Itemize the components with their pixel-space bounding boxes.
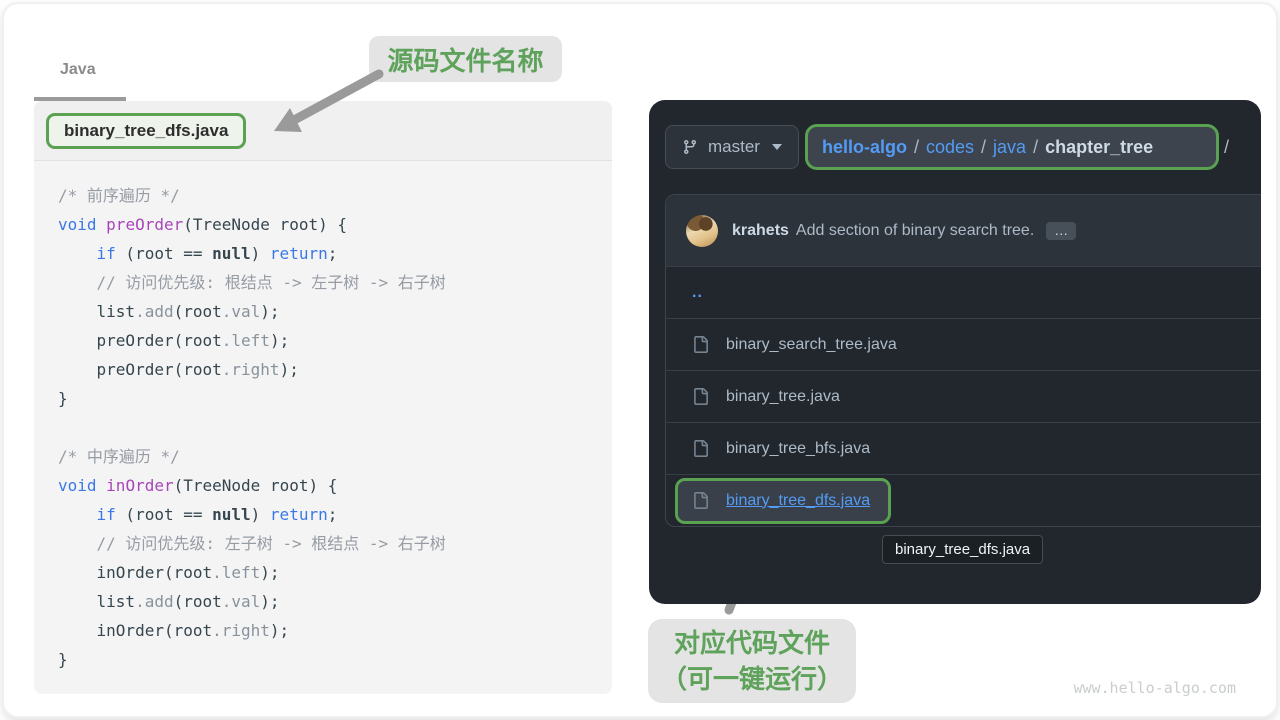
github-toolbar: master hello-algo / codes / java / chapter_tre…: [665, 124, 1229, 170]
github-panel: master hello-algo / codes / java / chapter_tre…: [649, 100, 1261, 604]
branch-name: master: [708, 137, 760, 157]
code-line: if (root == null) return;: [58, 500, 588, 529]
highlighted-file-box: binary_tree_dfs.java: [675, 478, 891, 524]
code-line: }: [58, 384, 588, 413]
parent-directory-link[interactable]: ..: [692, 284, 703, 302]
code-line: preOrder(root.left);: [58, 326, 588, 355]
code-area: /* 前序遍历 */void preOrder(TreeNode root) {…: [34, 161, 612, 694]
code-line: void inOrder(TreeNode root) {: [58, 471, 588, 500]
git-branch-icon: [682, 139, 698, 155]
breadcrumb-segment-codes[interactable]: codes: [926, 137, 974, 158]
file-icon: [692, 439, 709, 458]
commit-more-button[interactable]: …: [1046, 222, 1076, 240]
file-name-link[interactable]: binary_tree_bfs.java: [726, 440, 870, 458]
code-line: }: [58, 645, 588, 674]
arrow-down-left-icon: [254, 59, 394, 149]
breadcrumb-separator: /: [981, 137, 986, 158]
branch-selector-button[interactable]: master: [665, 125, 799, 169]
commit-author-link[interactable]: krahets: [732, 222, 789, 240]
breadcrumb-segment-java[interactable]: java: [993, 137, 1026, 158]
annotation-source-filename: 源码文件名称: [369, 36, 562, 82]
code-line: if (root == null) return;: [58, 239, 588, 268]
code-line: inOrder(root.right);: [58, 616, 588, 645]
tab-java[interactable]: Java: [60, 61, 96, 79]
file-row[interactable]: binary_tree.java: [666, 370, 1261, 422]
code-line: inOrder(root.left);: [58, 558, 588, 587]
annotation-corresponding-file: 对应代码文件 （可一键运行）: [648, 619, 856, 703]
file-row[interactable]: binary_tree_dfs.java: [666, 474, 1261, 526]
annotation-bottom-line1: 对应代码文件: [648, 625, 856, 661]
watermark: www.hello-algo.com: [1073, 679, 1236, 697]
breadcrumb-separator: /: [1033, 137, 1038, 158]
annotation-bottom-line2: （可一键运行）: [648, 661, 856, 697]
file-row[interactable]: binary_tree_bfs.java: [666, 422, 1261, 474]
annotation-top-text: 源码文件名称: [369, 41, 562, 78]
code-line: /* 中序遍历 */: [58, 442, 588, 471]
chevron-down-icon: [772, 144, 782, 150]
file-name-link[interactable]: binary_tree.java: [726, 388, 840, 406]
code-line: [58, 413, 588, 442]
file-name-link[interactable]: binary_search_tree.java: [726, 336, 897, 354]
breadcrumb-separator: /: [914, 137, 919, 158]
code-line: // 访问优先级: 左子树 -> 根结点 -> 右子树: [58, 529, 588, 558]
breadcrumb-trailing-slash: /: [1224, 137, 1229, 158]
breadcrumb-segment-hello-algo[interactable]: hello-algo: [822, 137, 907, 158]
code-line: list.add(root.val);: [58, 587, 588, 616]
code-filename-chip: binary_tree_dfs.java: [46, 113, 246, 149]
code-line: preOrder(root.right);: [58, 355, 588, 384]
code-line: void preOrder(TreeNode root) {: [58, 210, 588, 239]
file-browser: krahets Add section of binary search tre…: [665, 194, 1261, 527]
breadcrumb: hello-algo / codes / java / chapter_tree: [805, 124, 1219, 170]
code-line: /* 前序遍历 */: [58, 181, 588, 210]
breadcrumb-segment-chapter_tree: chapter_tree: [1045, 137, 1153, 158]
code-line: list.add(root.val);: [58, 297, 588, 326]
file-row[interactable]: binary_search_tree.java: [666, 318, 1261, 370]
code-line: // 访问优先级: 根结点 -> 左子树 -> 右子树: [58, 268, 588, 297]
file-icon: [692, 387, 709, 406]
file-icon: [692, 491, 709, 510]
commit-message[interactable]: Add section of binary search tree.: [796, 222, 1034, 240]
avatar[interactable]: [686, 215, 718, 247]
file-link-highlighted[interactable]: binary_tree_dfs.java: [726, 492, 870, 510]
file-icon: [692, 335, 709, 354]
link-tooltip: binary_tree_dfs.java: [882, 535, 1043, 564]
code-block: binary_tree_dfs.java /* 前序遍历 */void preO…: [34, 101, 612, 694]
page-card: Java binary_tree_dfs.java /* 前序遍历 */void…: [2, 2, 1278, 718]
latest-commit-row: krahets Add section of binary search tre…: [666, 195, 1261, 266]
file-row-parent[interactable]: ..: [666, 266, 1261, 318]
